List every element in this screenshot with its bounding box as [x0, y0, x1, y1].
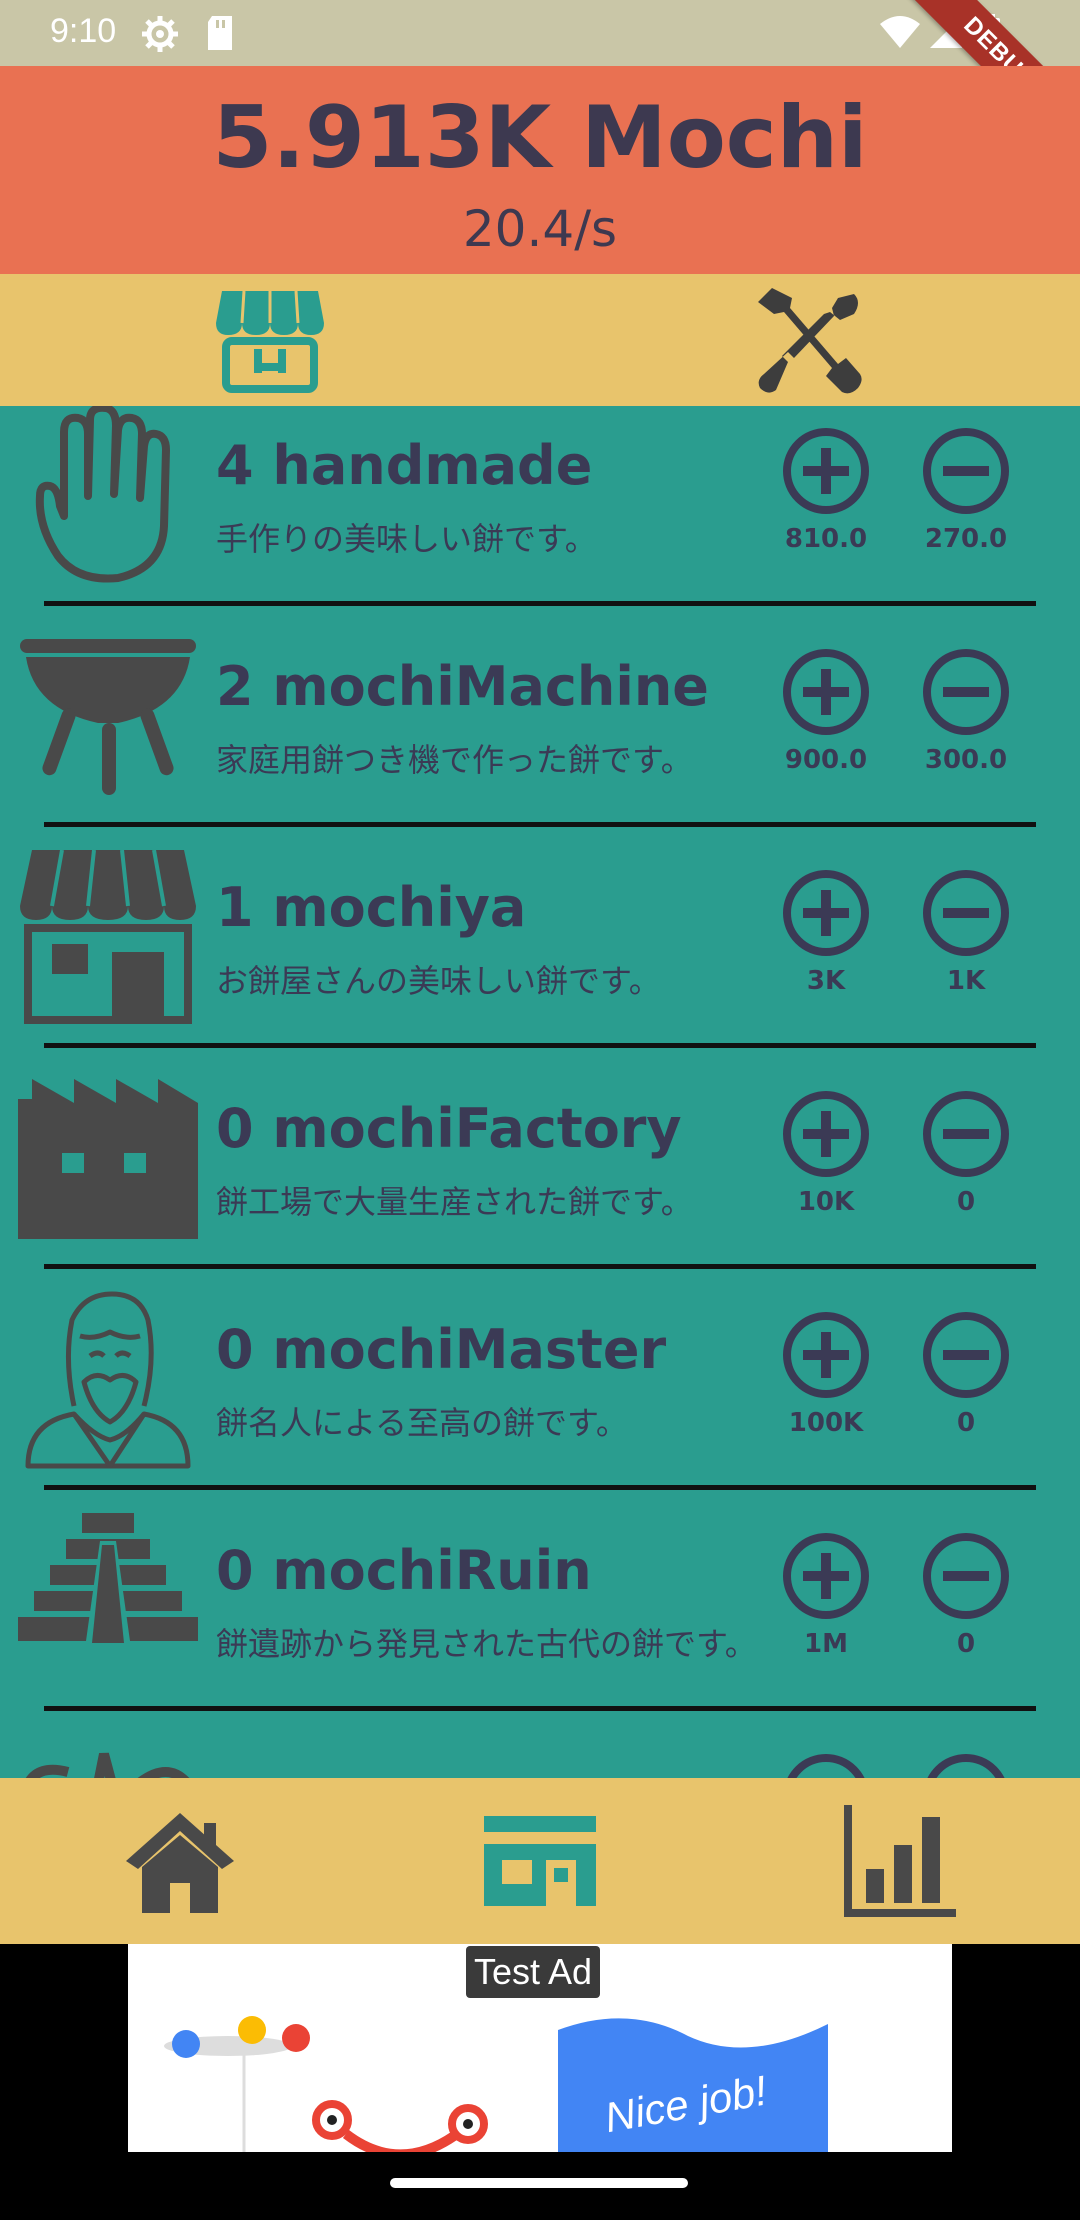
- sell-value: 300.0: [924, 745, 1008, 775]
- tab-tools[interactable]: [540, 274, 1080, 406]
- sell-value: 0: [956, 1187, 976, 1217]
- divider: [44, 1485, 1036, 1490]
- master-icon: [25, 1291, 191, 1469]
- list-item: 4 handmade 手作りの美味しい餅です。 810.0 270.0: [0, 406, 1080, 627]
- store-icon: [216, 290, 324, 393]
- item-description: 手作りの美味しい餅です。: [216, 520, 597, 558]
- wifi-icon: [878, 14, 922, 54]
- grill-icon: [20, 639, 196, 795]
- mochi-header: 5.913K Mochi 20.4/s: [0, 66, 1080, 274]
- item-description: 餅遺跡から発見された古代の餅です。: [216, 1625, 757, 1663]
- chart-icon: [844, 1805, 956, 1917]
- sd-card-icon: [204, 14, 236, 56]
- item-title: 4 handmade: [216, 434, 593, 497]
- bottom-nav: [0, 1778, 1080, 1944]
- status-bar: 9:10: [0, 0, 1080, 66]
- store-icon: [484, 1816, 596, 1906]
- buy-cost: 1M: [804, 1629, 848, 1659]
- mochi-rate: 20.4/s: [462, 200, 618, 258]
- sell-minus-button[interactable]: [921, 1531, 1011, 1621]
- nav-stats[interactable]: [720, 1778, 1080, 1944]
- divider: [44, 1706, 1036, 1711]
- list-item: 1 mochiya お餅屋さんの美味しい餅です。 3K 1K: [0, 848, 1080, 1069]
- sell-minus-button[interactable]: [921, 1089, 1011, 1179]
- buy-plus-button[interactable]: [781, 1310, 871, 1400]
- item-title: 0 mochiMaster: [216, 1318, 667, 1381]
- sell-minus-button[interactable]: [921, 426, 1011, 516]
- pyramid-icon: [18, 1513, 198, 1643]
- sell-value: 270.0: [924, 524, 1008, 554]
- item-description: 餅名人による至高の餅です。: [216, 1404, 628, 1442]
- mochi-total: 5.913K Mochi: [212, 88, 868, 188]
- buy-plus-button[interactable]: [781, 426, 871, 516]
- sell-value: 1K: [946, 966, 986, 996]
- status-time: 9:10: [50, 12, 117, 50]
- test-ad-label: Test Ad: [466, 1946, 601, 1998]
- divider: [44, 1264, 1036, 1269]
- buy-plus-button[interactable]: [781, 1752, 871, 1778]
- home-icon: [126, 1813, 234, 1913]
- buy-plus-button[interactable]: [781, 1089, 871, 1179]
- item-description: 餅工場で大量生産された餅です。: [216, 1183, 693, 1221]
- buy-plus-button[interactable]: [781, 1531, 871, 1621]
- list-item: 0 mochiRuin 餅遺跡から発見された古代の餅です。 1M 0: [0, 1511, 1080, 1732]
- list-item: 2 mochiMachine 家庭用餅つき機で作った餅です。 900.0 300…: [0, 627, 1080, 848]
- list-item-partial: [0, 1732, 1080, 1778]
- item-description: 家庭用餅つき機で作った餅です。: [216, 741, 693, 779]
- hand-icon: [35, 406, 170, 583]
- divider: [44, 822, 1036, 827]
- next-item-icon: [25, 1752, 190, 1778]
- tools-icon: [758, 288, 862, 394]
- buy-cost: 900.0: [784, 745, 868, 775]
- item-title: 2 mochiMachine: [216, 655, 709, 718]
- sell-minus-button[interactable]: [921, 868, 1011, 958]
- settings-status-icon: [140, 14, 180, 58]
- sell-value: 0: [956, 1629, 976, 1659]
- factory-icon: [18, 1079, 198, 1239]
- tab-bar: [0, 274, 1080, 406]
- divider: [44, 1043, 1036, 1048]
- shop-icon: [20, 849, 196, 1024]
- nav-home[interactable]: [0, 1778, 360, 1944]
- sell-minus-button[interactable]: [921, 1752, 1011, 1778]
- nav-store[interactable]: [360, 1778, 720, 1944]
- item-description: お餅屋さんの美味しい餅です。: [216, 962, 661, 1000]
- buy-cost: 810.0: [784, 524, 868, 554]
- sell-minus-button[interactable]: [921, 1310, 1011, 1400]
- sell-value: 0: [956, 1408, 976, 1438]
- item-title: 1 mochiya: [216, 876, 527, 939]
- tab-shop[interactable]: [0, 274, 540, 406]
- buy-cost: 100K: [788, 1408, 864, 1438]
- buy-cost: 10K: [797, 1187, 855, 1217]
- list-item: 0 mochiMaster 餅名人による至高の餅です。 100K 0: [0, 1290, 1080, 1511]
- buy-plus-button[interactable]: [781, 647, 871, 737]
- buy-cost: 3K: [806, 966, 846, 996]
- item-list[interactable]: 4 handmade 手作りの美味しい餅です。 810.0 270.0 2 mo…: [0, 406, 1080, 1778]
- item-title: 0 mochiFactory: [216, 1097, 682, 1160]
- home-indicator[interactable]: [390, 2178, 688, 2188]
- item-title: 0 mochiRuin: [216, 1539, 592, 1602]
- divider: [44, 601, 1036, 606]
- sell-minus-button[interactable]: [921, 647, 1011, 737]
- buy-plus-button[interactable]: [781, 868, 871, 958]
- list-item: 0 mochiFactory 餅工場で大量生産された餅です。 10K 0: [0, 1069, 1080, 1290]
